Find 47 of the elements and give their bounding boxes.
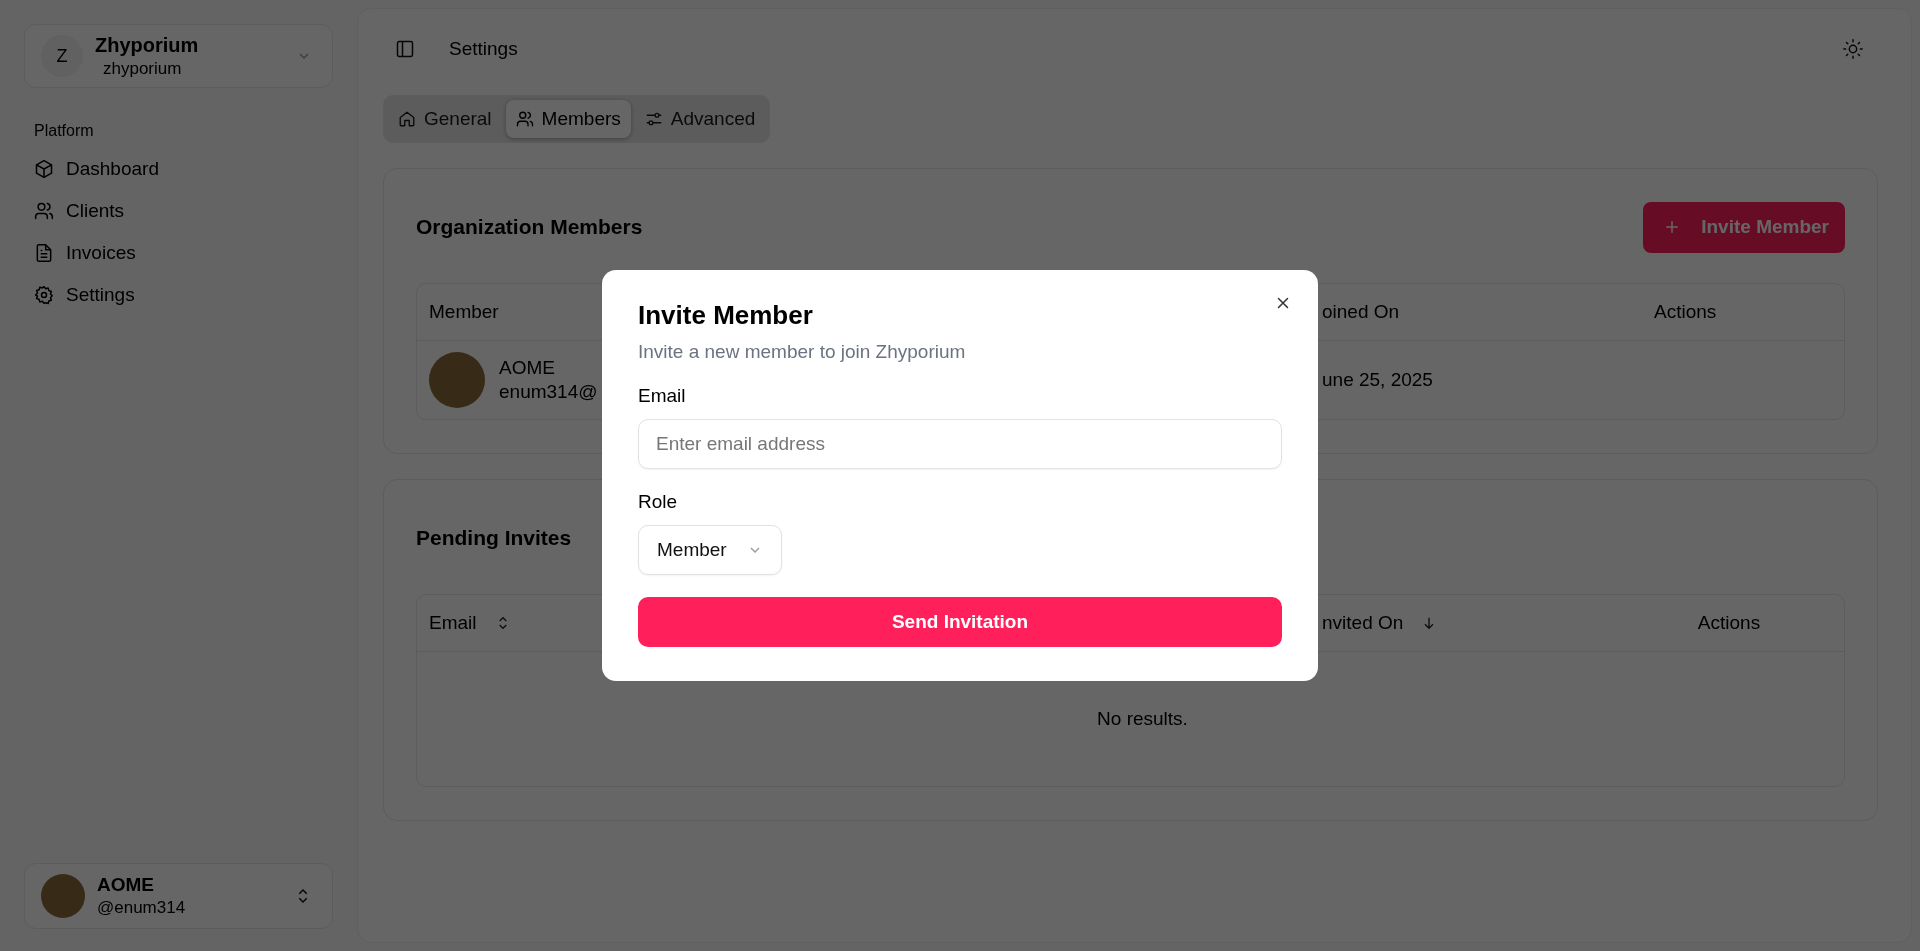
nav-group-label: Platform — [34, 122, 95, 140]
sidebar-item[interactable]: Invoices — [24, 234, 333, 272]
workspace-switcher[interactable]: Z Zhyporium zhyporium — [24, 24, 333, 88]
cube-icon — [34, 159, 54, 179]
column-header: nvited On — [1322, 612, 1404, 634]
member-name: AOME — [499, 357, 555, 379]
workspace-slug: zhyporium — [102, 58, 182, 79]
field-label: Email — [638, 385, 687, 407]
sidebar-item[interactable]: Settings — [24, 276, 333, 314]
tab[interactable]: General — [388, 100, 502, 138]
user-name: AOME — [97, 874, 154, 896]
users-icon — [34, 201, 54, 221]
avatar-placeholder — [41, 874, 85, 918]
column-header: Member — [429, 301, 499, 323]
empty-message: No results. — [1097, 708, 1188, 730]
tab[interactable]: Advanced — [634, 100, 766, 138]
column-header: Actions — [1654, 301, 1717, 323]
users-icon — [515, 110, 534, 128]
tab[interactable]: Members — [505, 100, 631, 138]
sun-icon[interactable] — [1842, 38, 1864, 60]
home-icon — [398, 110, 416, 128]
sidebar-item[interactable]: Clients — [24, 192, 333, 230]
sliders-icon — [644, 110, 663, 128]
avatar-placeholder — [429, 352, 485, 408]
settings-icon — [34, 285, 54, 305]
email-input-field[interactable]: Enter email address — [638, 419, 1282, 469]
send-invitation-button[interactable]: Send Invitation — [638, 597, 1282, 647]
workspace-name: Zhyporium — [95, 33, 199, 57]
user-menu[interactable]: AOME @enum314 — [24, 863, 333, 929]
column-header: Actions — [1697, 612, 1761, 634]
sidebar-toggle-icon[interactable] — [395, 39, 415, 59]
workspace-avatar: Z — [41, 35, 83, 77]
sidebar-item[interactable]: Dashboard — [24, 150, 333, 188]
column-header: oined On — [1322, 301, 1400, 323]
page-title: Settings — [449, 38, 518, 60]
card-title: Pending Invites — [416, 526, 572, 550]
column-header: Email — [429, 612, 477, 634]
role-dropdown[interactable]: Member — [638, 525, 782, 575]
table-cell-text: une 25, 2025 — [1322, 369, 1434, 391]
dialog-title: Invite Member — [638, 300, 814, 331]
member-email: enum314@ — [499, 381, 598, 403]
document-icon — [34, 243, 54, 263]
card-title: Organization Members — [416, 215, 643, 239]
user-handle: @enum314 — [97, 898, 186, 918]
invite-member-button[interactable]: Invite Member — [1643, 201, 1845, 253]
dialog-description: Invite a new member to join Zhyporium — [638, 341, 967, 363]
field-label: Role — [638, 491, 679, 513]
